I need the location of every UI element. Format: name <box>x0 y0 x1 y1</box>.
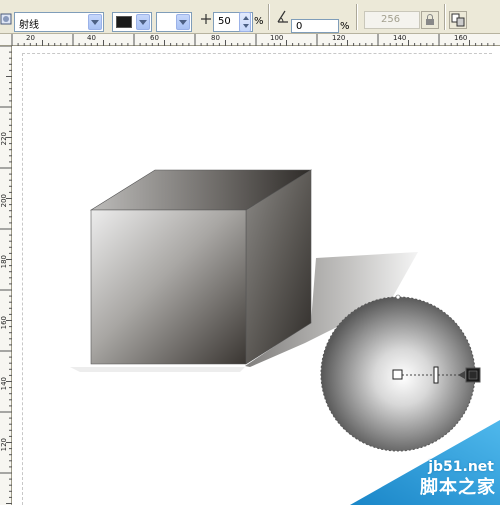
artwork <box>70 169 500 505</box>
end-color-node <box>468 370 478 380</box>
watermark-site-name: 脚本之家 <box>420 477 496 498</box>
midpoint-slider-handle[interactable] <box>433 366 439 384</box>
selection-node[interactable] <box>395 294 401 300</box>
gradient-start-handle[interactable] <box>392 369 403 380</box>
cube-shape[interactable] <box>89 169 313 365</box>
